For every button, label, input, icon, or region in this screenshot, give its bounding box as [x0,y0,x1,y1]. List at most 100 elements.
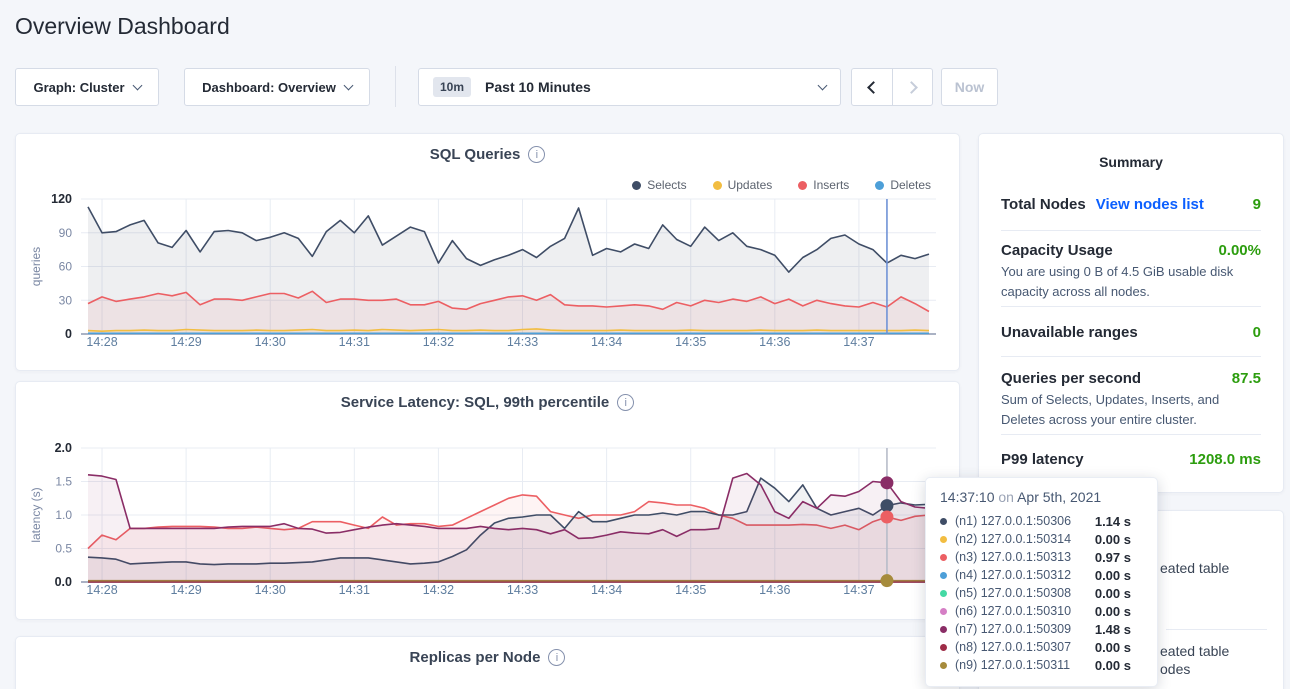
x-tick-label: 14:28 [86,335,117,349]
tooltip-node-value: 0.00 s [1095,604,1143,619]
summary-divider [1001,434,1261,435]
now-button[interactable]: Now [941,68,998,106]
y-tick-label: 1.5 [55,475,72,489]
tooltip-date: Apr 5th, 2021 [1017,489,1101,505]
replicas-per-node-card: Replicas per Node i [15,636,960,689]
replicas-per-node-title: Replicas per Node [410,649,541,666]
y-tick-label: 90 [59,226,73,240]
chevron-left-icon [867,81,880,94]
x-tick-label: 14:36 [759,335,790,349]
chevron-down-icon [132,80,142,90]
tooltip-node-value: 0.00 s [1095,568,1143,583]
unavailable-ranges-value: 0 [1253,324,1261,341]
node-color-dot-icon [940,590,947,597]
sql-queries-chart[interactable]: 030609012014:2814:2914:3014:3114:3214:33… [16,134,961,372]
summary-row-capacity: Capacity Usage 0.00% [1001,242,1261,259]
summary-panel: Summary Total Nodes View nodes list 9 Ca… [978,133,1284,493]
tooltip-node-value: 1.14 s [1095,514,1143,529]
tooltip-node-row: (n8) 127.0.0.1:503070.00 s [940,638,1143,656]
summary-row-qps: Queries per second 87.5 [1001,370,1261,387]
x-tick-label: 14:34 [591,335,622,349]
y-tick-label: 0.0 [55,575,72,589]
chevron-right-icon [905,81,918,94]
node-color-dot-icon [940,662,947,669]
tooltip-node-value: 0.00 s [1095,640,1143,655]
unavailable-ranges-label: Unavailable ranges [1001,324,1138,341]
service-latency-chart[interactable]: 0.00.51.01.52.014:2814:2914:3014:3114:32… [16,382,961,621]
time-nav-group [851,68,933,106]
x-tick-label: 14:29 [170,583,201,597]
tooltip-node-row: (n6) 127.0.0.1:50310 0.00 s [940,602,1143,620]
tooltip-on: on [998,489,1014,505]
x-tick-label: 14:37 [843,335,874,349]
tooltip-node-address: (n3) 127.0.0.1:50313 [955,550,1071,564]
x-tick-label: 14:31 [339,335,370,349]
total-nodes-value: 9 [1253,196,1261,213]
events-divider [1166,629,1267,630]
hover-point-dot [880,476,893,489]
total-nodes-label: Total Nodes [1001,196,1086,213]
dashboard-dropdown-label: Dashboard: Overview [202,80,336,95]
p99-latency-value: 1208.0 ms [1189,451,1261,468]
capacity-usage-value: 0.00% [1218,242,1261,259]
tooltip-node-row: (n9) 127.0.0.1:503110.00 s [940,656,1143,674]
tooltip-node-address: (n7) 127.0.0.1:50309 [955,622,1071,636]
x-tick-label: 14:36 [759,583,790,597]
x-tick-label: 14:32 [423,335,454,349]
y-tick-label: 120 [51,192,72,206]
x-tick-label: 14:35 [675,335,706,349]
x-tick-label: 14:30 [255,335,286,349]
summary-divider [1001,230,1261,231]
capacity-usage-label: Capacity Usage [1001,242,1113,259]
y-axis-unit-label: latency (s) [29,487,43,542]
tooltip-node-row: (n7) 127.0.0.1:50309 1.48 s [940,620,1143,638]
x-tick-label: 14:30 [255,583,286,597]
node-color-dot-icon [940,554,947,561]
node-color-dot-icon [940,608,947,615]
queries-per-second-value: 87.5 [1232,370,1261,387]
tooltip-node-address: (n1) 127.0.0.1:50306 [955,514,1071,528]
tooltip-node-address: (n6) 127.0.0.1:50310 [955,604,1071,618]
x-tick-label: 14:33 [507,335,538,349]
capacity-usage-description: You are using 0 B of 4.5 GiB usable disk… [1001,262,1261,302]
summary-title: Summary [979,154,1283,170]
graph-dropdown[interactable]: Graph: Cluster [15,68,159,106]
tooltip-node-address: (n4) 127.0.0.1:50312 [955,568,1071,582]
event-row-fragment[interactable]: odes [1160,661,1190,677]
node-color-dot-icon [940,626,947,633]
dashboard-dropdown[interactable]: Dashboard: Overview [184,68,370,106]
y-tick-label: 0 [65,327,72,341]
tooltip-node-address: (n5) 127.0.0.1:50308 [955,586,1071,600]
node-color-dot-icon [940,572,947,579]
chevron-down-icon [818,80,828,90]
x-tick-label: 14:33 [507,583,538,597]
tooltip-node-value: 1.48 s [1095,622,1143,637]
time-forward-button[interactable] [892,69,932,105]
y-tick-label: 0.5 [55,542,72,556]
y-tick-label: 1.0 [55,508,72,522]
x-tick-label: 14:31 [339,583,370,597]
tooltip-node-address: (n2) 127.0.0.1:50314 [955,532,1071,546]
tooltip-rows: (n1) 127.0.0.1:503061.14 s(n2) 127.0.0.1… [940,512,1143,674]
tooltip-node-value: 0.97 s [1095,550,1143,565]
view-nodes-list-link[interactable]: View nodes list [1096,196,1204,213]
service-latency-card: Service Latency: SQL, 99th percentile i … [15,381,960,620]
x-tick-label: 14:35 [675,583,706,597]
event-row-fragment[interactable]: eated table [1160,643,1229,659]
qps-description: Sum of Selects, Updates, Inserts, and De… [1001,390,1261,430]
event-row-fragment[interactable]: eated table [1160,560,1229,576]
summary-divider [1001,306,1261,307]
chart-hover-tooltip: 14:37:10 on Apr 5th, 2021 (n1) 127.0.0.1… [925,477,1158,687]
tooltip-node-row: (n2) 127.0.0.1:503140.00 s [940,530,1143,548]
y-tick-label: 60 [59,260,73,274]
summary-row-p99: P99 latency 1208.0 ms [1001,451,1261,468]
graph-dropdown-label: Graph: Cluster [33,80,124,95]
tooltip-time: 14:37:10 [940,489,995,505]
p99-latency-label: P99 latency [1001,451,1084,468]
x-tick-label: 14:37 [843,583,874,597]
time-range-selector[interactable]: 10m Past 10 Minutes [418,68,841,106]
node-color-dot-icon [940,644,947,651]
info-icon[interactable]: i [548,649,565,666]
time-back-button[interactable] [852,69,892,105]
tooltip-node-row: (n1) 127.0.0.1:50306 1.14 s [940,512,1143,530]
